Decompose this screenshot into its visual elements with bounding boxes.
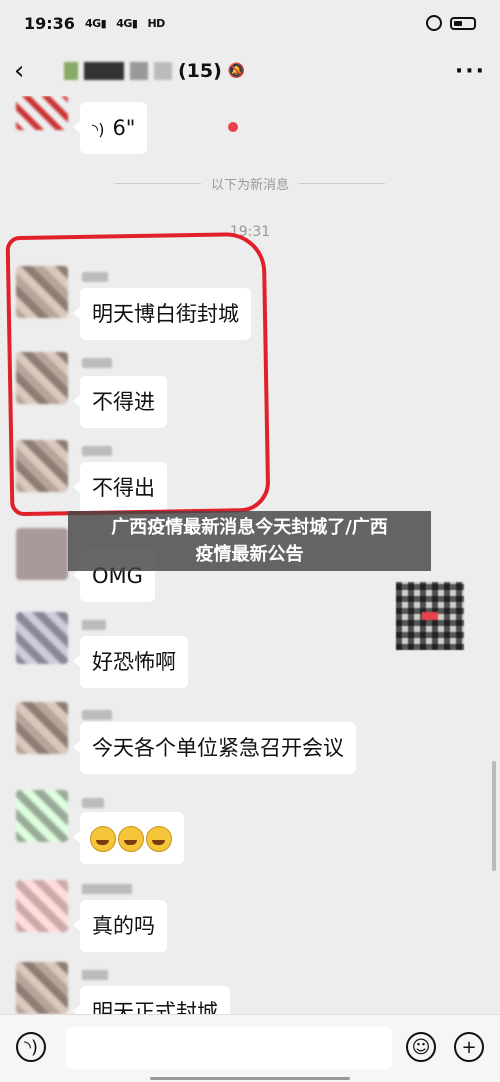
message-bubble[interactable]: 今天各个单位紧急召开会议: [73, 722, 356, 774]
signal-icon-2: 4G▮: [116, 16, 138, 30]
voice-message-bubble[interactable]: ◝) 6": [72, 102, 148, 154]
sender-name: [82, 620, 106, 630]
group-avatar-icon: [64, 62, 78, 80]
avatar[interactable]: [16, 790, 68, 842]
message-input[interactable]: [66, 1027, 392, 1069]
chat-header: ‹ (15) 🔕 ···: [0, 46, 500, 96]
group-name-blurred-3: [154, 62, 172, 80]
avatar[interactable]: [16, 702, 68, 754]
avatar[interactable]: [16, 96, 68, 130]
group-title[interactable]: (15) 🔕: [64, 60, 245, 82]
back-icon[interactable]: ‹: [14, 56, 44, 86]
image-message-thumbnail[interactable]: [396, 582, 464, 650]
message-bubble[interactable]: 好恐怖啊: [73, 636, 188, 688]
new-messages-divider: 以下为新消息: [115, 176, 386, 193]
group-name-blurred: [84, 62, 124, 80]
status-bar: 19:36 4G▮ 4G▮ HD: [0, 0, 500, 46]
emoji-message-bubble[interactable]: [73, 812, 184, 864]
sender-name: [82, 884, 132, 894]
mute-icon: 🔕: [227, 63, 246, 79]
laughing-emoji-icon: [118, 826, 144, 852]
more-options-icon[interactable]: ···: [455, 59, 486, 84]
emoji-icon[interactable]: ☺: [406, 1032, 436, 1062]
message-bubble[interactable]: 明天正式封城: [73, 986, 230, 1014]
caption-line-2: 疫情最新公告: [195, 544, 304, 565]
unread-dot: [228, 122, 238, 132]
member-count: (15): [178, 60, 222, 82]
message-bubble[interactable]: 真的吗: [73, 900, 167, 952]
highlight-annotation: [5, 231, 271, 517]
scrollbar[interactable]: [492, 761, 496, 871]
sender-name: [82, 710, 112, 720]
battery-icon: [450, 16, 476, 30]
sender-name: [82, 970, 108, 980]
laughing-emoji-icon: [146, 826, 172, 852]
signal-icon: 4G▮: [84, 16, 107, 30]
caption-overlay: 广西疫情最新消息今天封城了/广西 疫情最新公告: [68, 511, 431, 571]
status-time: 19:36: [24, 13, 75, 33]
hd-badge: HD: [147, 16, 165, 30]
avatar[interactable]: [16, 612, 68, 664]
voice-input-icon[interactable]: ◝): [16, 1032, 46, 1062]
avatar[interactable]: [16, 962, 68, 1014]
group-name-blurred-2: [130, 62, 148, 80]
plus-icon[interactable]: +: [454, 1032, 484, 1062]
avatar[interactable]: [16, 880, 68, 932]
avatar[interactable]: [16, 528, 68, 580]
voice-icon: ◝): [92, 120, 105, 139]
laughing-emoji-icon: [90, 826, 116, 852]
sender-name: [82, 798, 104, 808]
alarm-icon: [426, 15, 442, 31]
caption-line-1: 广西疫情最新消息今天封城了/广西: [111, 517, 388, 538]
input-bar: ◝) ☺ +: [0, 1014, 500, 1082]
home-indicator: [150, 1077, 350, 1080]
